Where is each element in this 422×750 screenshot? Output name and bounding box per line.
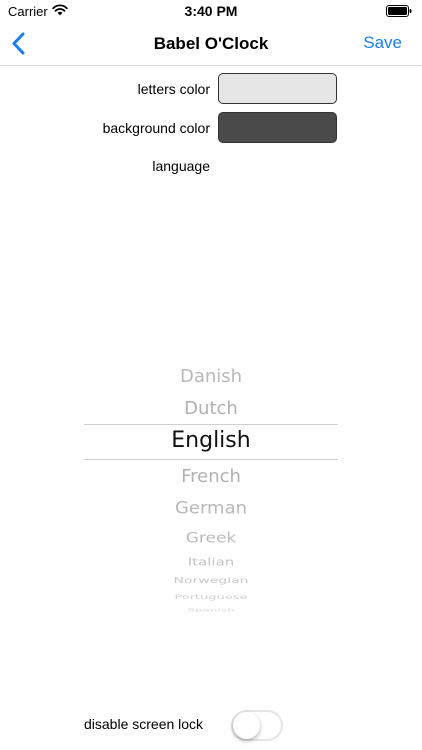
picker-option[interactable]: German [84,499,338,519]
picker-selection-line-bottom [84,459,338,460]
status-bar: Carrier 3:40 PM [0,0,422,22]
letters-color-swatch[interactable] [218,73,337,104]
save-button[interactable]: Save [363,33,402,53]
picker-selection-line-top [84,424,338,425]
picker-option[interactable]: Spanish [84,608,338,612]
navigation-bar: Babel O'Clock Save [0,22,422,66]
background-color-label: background color [102,120,210,136]
picker-option[interactable]: Dutch [84,398,338,419]
picker-option[interactable]: Greek [84,530,338,547]
background-color-swatch[interactable] [218,112,337,143]
picker-option[interactable]: Norwegian [84,577,338,586]
status-time: 3:40 PM [184,3,238,19]
screen-lock-label: disable screen lock [84,716,204,732]
picker-option-selected[interactable]: English [84,428,338,453]
letters-color-label: letters color [137,81,210,97]
page-title: Babel O'Clock [153,34,269,53]
screen-lock-toggle[interactable] [231,710,283,741]
battery-icon [386,5,412,17]
picker-option[interactable]: Portuguese [84,594,338,601]
picker-option[interactable]: French [84,466,338,487]
picker-option[interactable]: Italian [84,556,338,569]
language-picker[interactable]: Danish Dutch English French German Greek Itali… [84,360,338,612]
picker-option[interactable]: Danish [84,366,338,387]
language-label: language [152,158,210,174]
toggle-knob [233,712,260,739]
